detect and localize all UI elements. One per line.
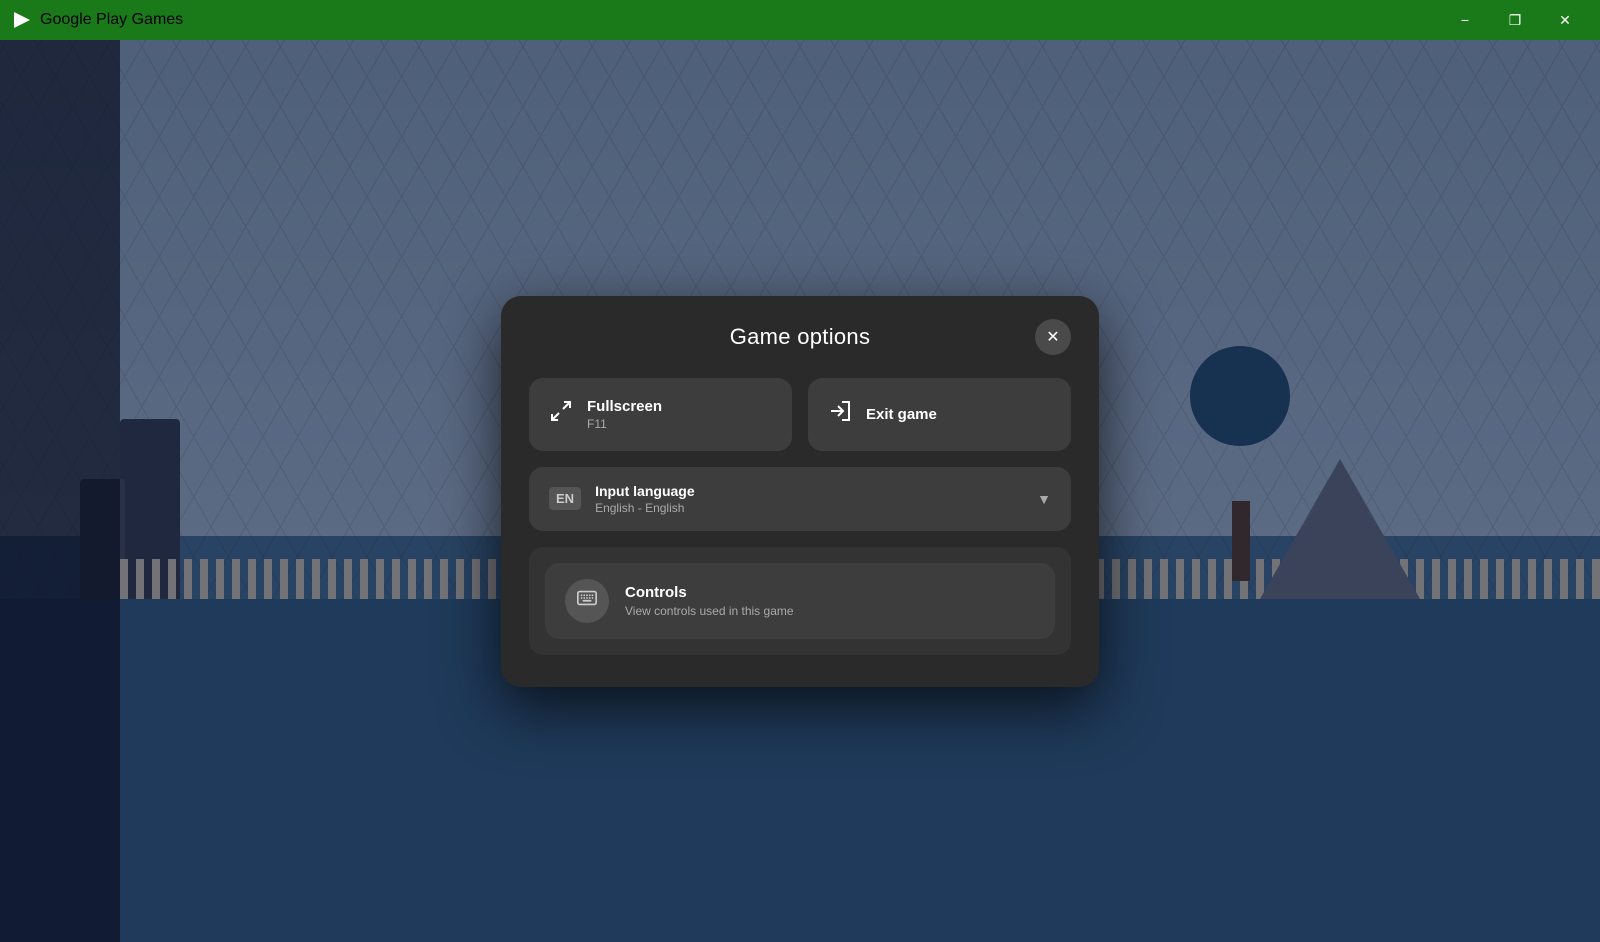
game-background: Game options ✕ Fu xyxy=(0,40,1600,942)
modal-overlay: Game options ✕ Fu xyxy=(0,40,1600,942)
titlebar: Google Play Games − ❐ ✕ xyxy=(0,0,1600,40)
app-title: Google Play Games xyxy=(40,11,183,29)
maximize-button[interactable]: ❐ xyxy=(1492,0,1538,40)
top-buttons-row: Fullscreen F11 Exit game xyxy=(529,378,1071,451)
controls-button[interactable]: Controls View controls used in this game xyxy=(545,563,1055,639)
fullscreen-shortcut: F11 xyxy=(587,417,662,431)
titlebar-left: Google Play Games xyxy=(12,10,183,30)
language-dropdown[interactable]: EN Input language English - English ▼ xyxy=(529,467,1071,531)
keyboard-icon xyxy=(576,587,598,615)
language-text: Input language English - English xyxy=(595,483,1023,515)
controls-icon-circle xyxy=(565,579,609,623)
window-close-button[interactable]: ✕ xyxy=(1542,0,1588,40)
fullscreen-text: Fullscreen F11 xyxy=(587,398,662,431)
exit-text: Exit game xyxy=(866,406,937,423)
language-label: Input language xyxy=(595,483,1023,499)
controls-text: Controls View controls used in this game xyxy=(625,584,794,618)
minimize-button[interactable]: − xyxy=(1442,0,1488,40)
exit-label: Exit game xyxy=(866,406,937,423)
fullscreen-icon xyxy=(549,399,573,430)
game-options-modal: Game options ✕ Fu xyxy=(501,296,1099,687)
app-icon xyxy=(12,10,32,30)
language-code: EN xyxy=(549,487,581,510)
fullscreen-label: Fullscreen xyxy=(587,398,662,415)
section-container: Controls View controls used in this game xyxy=(529,547,1071,655)
chevron-down-icon: ▼ xyxy=(1037,491,1051,507)
language-value: English - English xyxy=(595,501,1023,515)
modal-title: Game options xyxy=(730,324,871,350)
exit-game-button[interactable]: Exit game xyxy=(808,378,1071,451)
modal-close-button[interactable]: ✕ xyxy=(1035,319,1071,355)
modal-header: Game options ✕ xyxy=(529,324,1071,350)
fullscreen-button[interactable]: Fullscreen F11 xyxy=(529,378,792,451)
controls-label: Controls xyxy=(625,584,794,601)
titlebar-controls: − ❐ ✕ xyxy=(1442,0,1588,40)
exit-icon xyxy=(828,399,852,430)
controls-sublabel: View controls used in this game xyxy=(625,604,794,618)
